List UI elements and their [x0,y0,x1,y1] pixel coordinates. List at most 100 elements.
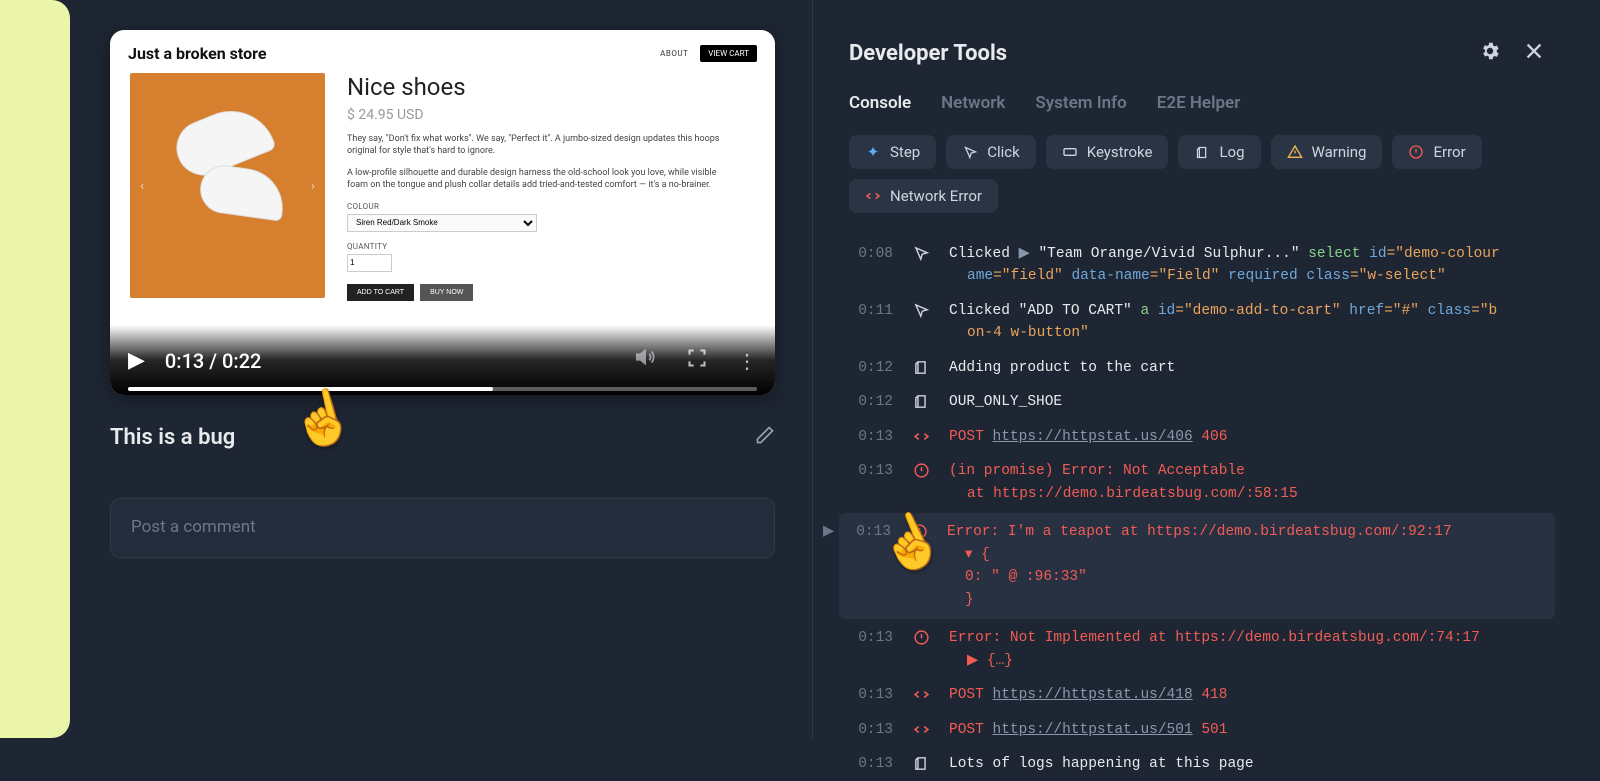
devtools-header: Developer Tools [849,40,1545,67]
cursor-icon [962,144,978,160]
store-body: ‹ › Nice shoes $ 24.95 USD They say, "Do… [110,69,775,305]
net-icon [911,426,931,445]
video-progress[interactable] [128,387,757,391]
cursor-icon [911,243,931,262]
step-icon: ✦ [865,144,881,160]
about-link[interactable]: ABOUT [660,49,688,58]
log-icon [911,391,931,410]
log-message: Lots of logs happening at this page [949,753,1545,775]
tab-system-info[interactable]: System Info [1035,93,1126,113]
log-message: POST https://httpstat.us/418 418 [949,684,1545,706]
comment-input[interactable]: Post a comment [110,498,775,558]
store-title: Just a broken store [128,44,266,63]
log-row[interactable]: 0:13(in promise) Error: Not Acceptable a… [849,454,1545,511]
filter-network-error[interactable]: Network Error [849,179,998,213]
carousel-next-icon[interactable]: › [307,174,319,198]
warning-icon [1287,144,1303,160]
log-timestamp: 0:13 [849,753,893,775]
qty-label: QUANTITY [347,242,725,251]
fullscreen-icon[interactable] [687,348,707,373]
product-price: $ 24.95 USD [347,107,725,123]
main-panel: Just a broken store ABOUT VIEW CART ‹ › … [80,0,800,738]
log-row[interactable]: 0:12 OUR_ONLY_SHOE [849,385,1545,419]
log-row[interactable]: 0:13 Lots of logs happening at this page [849,747,1545,781]
qty-input[interactable] [347,254,392,272]
console-log-list: 0:08 Clicked ▶ "Team Orange/Vivid Sulphur… [849,237,1545,781]
cursor-icon [911,300,931,319]
filter-keystroke[interactable]: Keystroke [1046,135,1169,169]
log-message: Error: Not Implemented at https://demo.b… [949,627,1545,672]
video-total-time: 0:22 [222,349,261,373]
bug-title-row: This is a bug [110,425,775,450]
network-error-icon [865,188,881,204]
log-message: Clicked ▶ "Team Orange/Vivid Sulphur..."… [949,243,1545,288]
colour-label: COLOUR [347,202,725,211]
video-time: 0:13 / 0:22 [165,349,605,373]
log-icon [911,753,931,772]
tab-console[interactable]: Console [849,93,911,113]
log-row[interactable]: 0:12 Adding product to the cart [849,351,1545,385]
expand-icon[interactable]: ▶ [823,521,833,543]
keyboard-icon [1062,144,1078,160]
log-icon [1194,144,1210,160]
net-icon [911,684,931,703]
log-message: (in promise) Error: Not Acceptable at ht… [949,460,1545,505]
product-image: ‹ › [130,73,325,298]
error-icon [911,460,931,479]
close-icon[interactable] [1523,40,1545,67]
buy-now-button[interactable]: BUY NOW [420,284,473,301]
store-nav: ABOUT VIEW CART [660,45,757,62]
log-timestamp: 0:11 [849,300,893,322]
log-message: Clicked "ADD TO CART" a id="demo-add-to-… [949,300,1545,345]
log-message: POST https://httpstat.us/406 406 [949,426,1545,448]
devtools-tabs: Console Network System Info E2E Helper [849,93,1545,113]
log-icon [911,357,931,376]
session-video: Just a broken store ABOUT VIEW CART ‹ › … [110,30,775,395]
product-desc-1: They say, "Don't fix what works". We say… [347,133,725,157]
settings-icon[interactable] [1479,40,1501,67]
log-message: OUR_ONLY_SHOE [949,391,1545,413]
devtools-filters: ✦ Step Click Keystroke Log Warning [849,135,1545,213]
carousel-prev-icon[interactable]: ‹ [136,174,148,198]
log-row[interactable]: 0:13POST https://httpstat.us/501 501 [849,713,1545,747]
log-row[interactable]: 0:11 Clicked "ADD TO CART" a id="demo-add… [849,294,1545,351]
filter-step[interactable]: ✦ Step [849,135,936,169]
net-icon [911,719,931,738]
play-icon[interactable]: ▶ [128,348,145,373]
comment-placeholder: Post a comment [131,517,256,537]
filter-click[interactable]: Click [946,135,1036,169]
volume-icon[interactable] [635,346,657,373]
filter-log[interactable]: Log [1178,135,1260,169]
log-timestamp: 0:13 [849,426,893,448]
more-icon[interactable]: ⋮ [737,349,757,373]
product-desc-2: A low-profile silhouette and durable des… [347,167,725,191]
add-to-cart-button[interactable]: ADD TO CART [347,284,414,301]
log-timestamp: 0:12 [849,357,893,379]
video-current-time: 0:13 [165,349,204,373]
error-icon [911,627,931,646]
log-timestamp: 0:13 [849,684,893,706]
filter-error[interactable]: Error [1392,135,1481,169]
log-message: Adding product to the cart [949,357,1545,379]
view-cart-button[interactable]: VIEW CART [700,45,757,62]
filter-warning[interactable]: Warning [1271,135,1383,169]
log-timestamp: 0:12 [849,391,893,413]
edit-icon[interactable] [755,425,775,450]
error-icon [1408,144,1424,160]
log-row[interactable]: 0:13 Error: Not Implemented at https://de… [849,621,1545,678]
video-controls: ▶ 0:13 / 0:22 ⋮ [110,325,775,395]
log-row[interactable]: ▶0:13Error: I'm a teapot at https://demo… [839,513,1555,619]
log-row[interactable]: 0:13 POST https://httpstat.us/406 406 [849,420,1545,454]
log-timestamp: 0:08 [849,243,893,265]
store-header: Just a broken store ABOUT VIEW CART [110,30,775,69]
log-row[interactable]: 0:13 POST https://httpstat.us/418 418 [849,678,1545,712]
bug-title: This is a bug [110,425,235,450]
colour-select[interactable]: Siren Red/Dark Smoke [347,214,537,232]
devtools-panel: Developer Tools Console Network System I… [812,0,1567,738]
log-row[interactable]: 0:08 Clicked ▶ "Team Orange/Vivid Sulphur… [849,237,1545,294]
tab-network[interactable]: Network [941,93,1005,113]
log-timestamp: 0:13 [849,627,893,649]
tab-e2e-helper[interactable]: E2E Helper [1157,93,1241,113]
product-name: Nice shoes [347,73,725,101]
devtools-title: Developer Tools [849,41,1007,66]
